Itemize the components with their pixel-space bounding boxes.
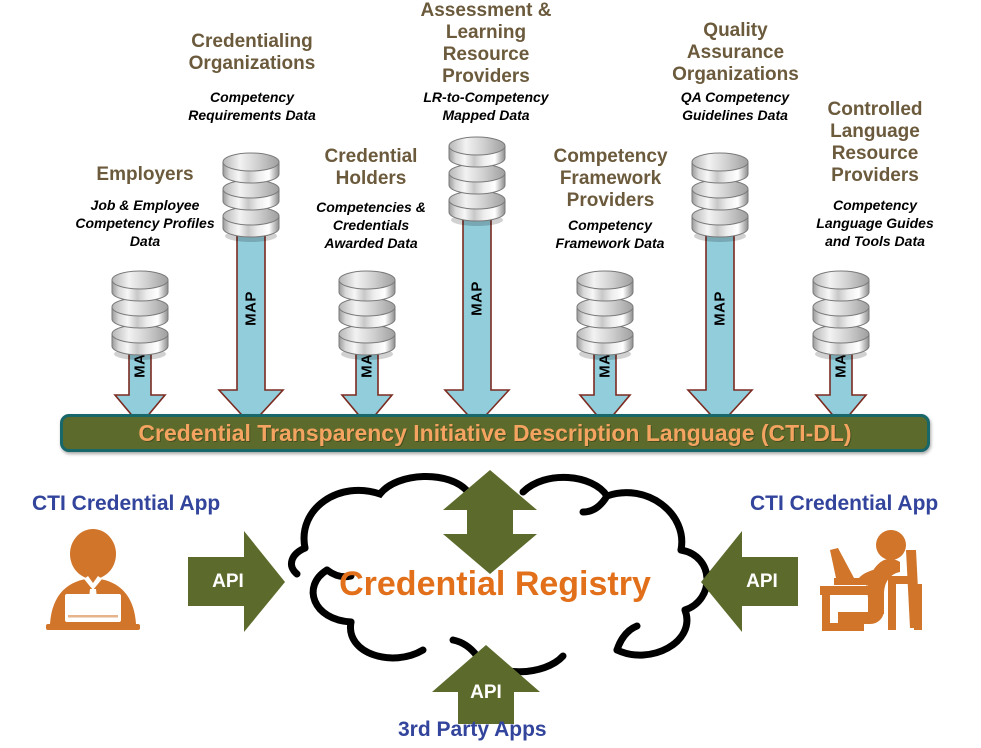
ctidl-label: Credential Transparency Initiative Descr… bbox=[138, 419, 852, 446]
database-stack-quality-assurance-organizations bbox=[687, 140, 753, 246]
map-label-assessment-learning-resource-providers: MAP bbox=[468, 281, 486, 316]
database-stack-controlled-language-resource-providers bbox=[808, 258, 874, 364]
database-stack-credentialing-organizations bbox=[218, 140, 284, 246]
api-label-bottom: API bbox=[470, 682, 502, 703]
database-stack-competency-framework-providers bbox=[572, 258, 638, 364]
api-label-right: API bbox=[746, 571, 778, 592]
app-label-right: CTI Credential App bbox=[750, 492, 939, 515]
provider-title-employers: Employers bbox=[96, 164, 194, 185]
ctidl-bar: Credential Transparency Initiative Descr… bbox=[60, 414, 930, 452]
map-label-quality-assurance-organizations: MAP bbox=[711, 291, 729, 326]
provider-subtitle-controlled-language-resource-providers: Competency Language Guides and Tools Data bbox=[816, 197, 934, 249]
app-label-bottom: 3rd Party Apps bbox=[398, 718, 547, 741]
person-at-laptop-front-icon bbox=[38, 528, 148, 633]
api-arrow-bidirectional-top[interactable] bbox=[440, 470, 540, 575]
api-label-left: API bbox=[212, 571, 244, 592]
database-stack-employers bbox=[107, 258, 173, 364]
provider-title-controlled-language-resource-providers: Controlled Language Resource Providers bbox=[827, 99, 923, 186]
provider-subtitle-assessment-learning-resource-providers: LR-to-Competency Mapped Data bbox=[423, 89, 549, 123]
diagram-canvas: Employers Job & Employee Competency Profi… bbox=[0, 0, 981, 748]
database-stack-credential-holders bbox=[334, 258, 400, 364]
map-label-credentialing-organizations: MAP bbox=[242, 291, 260, 326]
provider-title-competency-framework-providers: Competency Framework Providers bbox=[553, 146, 668, 211]
provider-title-assessment-learning-resource-providers: Assessment & Learning Resource Providers bbox=[420, 0, 552, 87]
provider-subtitle-competency-framework-providers: Competency Framework Data bbox=[555, 217, 665, 251]
database-stack-assessment-learning-resource-providers bbox=[444, 124, 510, 230]
provider-title-credentialing-organizations: Credentialing Organizations bbox=[188, 31, 316, 74]
provider-title-credential-holders: Credential Holders bbox=[324, 146, 418, 189]
provider-title-quality-assurance-organizations: Quality Assurance Organizations bbox=[672, 20, 799, 85]
person-at-desk-side-icon bbox=[818, 528, 943, 633]
app-label-left: CTI Credential App bbox=[32, 492, 221, 515]
provider-subtitle-credential-holders: Competencies & Credentials Awarded Data bbox=[316, 199, 426, 251]
provider-subtitle-credentialing-organizations: Competency Requirements Data bbox=[188, 89, 316, 123]
provider-subtitle-employers: Job & Employee Competency Profiles Data bbox=[75, 197, 215, 249]
